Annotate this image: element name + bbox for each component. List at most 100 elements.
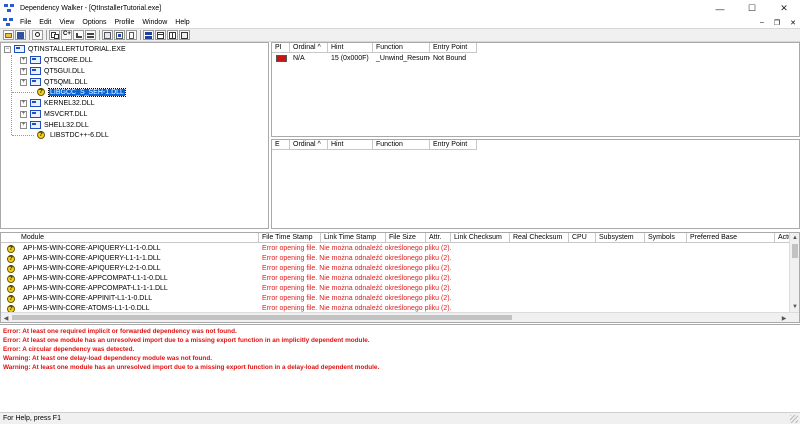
vertical-scrollbar[interactable]: ▲ ▼ (789, 233, 799, 312)
column-header-real-checksum[interactable]: Real Checksum (510, 233, 569, 243)
toolbar: C+ (0, 28, 800, 42)
column-header-entry-point[interactable]: Entry Point (430, 140, 477, 150)
horizontal-scrollbar[interactable]: ◀ ▶ (1, 312, 799, 322)
exports-list[interactable]: E Ordinal ^ Hint Function Entry Point (271, 139, 800, 229)
window-title: Dependency Walker - [QtInstallerTutorial… (20, 5, 162, 12)
expand-toggle[interactable]: + (20, 78, 27, 86)
scroll-right-arrow-icon[interactable]: ▶ (779, 313, 789, 322)
document-icon[interactable] (3, 18, 13, 27)
collapse-icon[interactable] (143, 30, 154, 40)
expand-toggle[interactable]: + (20, 121, 27, 129)
column-header-cpu[interactable]: CPU (569, 233, 596, 243)
hint-cell: 15 (0x000F) (331, 55, 369, 62)
column-header-file-size[interactable]: File Size (386, 233, 426, 243)
menu-edit[interactable]: Edit (35, 19, 55, 26)
mdi-restore-button[interactable]: ❐ (774, 19, 780, 27)
column-header-ordinal[interactable]: Ordinal ^ (290, 140, 328, 150)
tree-item-kernel32[interactable]: + KERNEL32.DLL (20, 98, 96, 108)
properties-icon[interactable] (155, 30, 166, 40)
tree-item-qt5gui[interactable]: + QT5GUI.DLL (20, 66, 86, 76)
column-header-function[interactable]: Function (373, 43, 430, 53)
maximize-button[interactable]: ☐ (736, 0, 768, 17)
close-button[interactable]: ✕ (768, 0, 800, 17)
scroll-left-arrow-icon[interactable]: ◀ (1, 313, 11, 322)
menu-options[interactable]: Options (78, 19, 110, 26)
menu-view[interactable]: View (55, 19, 78, 26)
module-icon (30, 56, 41, 64)
column-header-preferred-base[interactable]: Preferred Base (687, 233, 775, 243)
c-plus-icon[interactable]: C+ (61, 30, 72, 40)
module-list[interactable]: Module File Time Stamp Link Time Stamp F… (0, 232, 800, 323)
module-icon (30, 67, 41, 75)
menu-help[interactable]: Help (171, 19, 193, 26)
open-icon[interactable] (3, 30, 14, 40)
toolbar-separator (46, 30, 47, 40)
scroll-up-arrow-icon[interactable]: ▲ (790, 233, 799, 243)
tree-item-label: KERNEL32.DLL (44, 99, 95, 107)
configure-icon[interactable] (126, 30, 137, 40)
highlight-icon[interactable] (114, 30, 125, 40)
column-header-function[interactable]: Function (373, 140, 430, 150)
column-header-link-checksum[interactable]: Link Checksum (451, 233, 510, 243)
column-header-ordinal[interactable]: Ordinal ^ (290, 43, 328, 53)
module-list-icon[interactable] (179, 30, 190, 40)
menu-bar: File Edit View Options Profile Window He… (0, 17, 800, 28)
find-icon[interactable] (32, 30, 43, 40)
full-paths-icon[interactable] (85, 30, 96, 40)
column-header-entry-point[interactable]: Entry Point (430, 43, 477, 53)
save-icon[interactable] (15, 30, 26, 40)
mdi-close-button[interactable]: ✕ (790, 19, 796, 27)
module-name-cell: API-MS-WIN-CORE-APPINIT-L1-1-0.DLL (23, 295, 153, 302)
error-cell: Error opening file. Nie można odnaleźć o… (262, 285, 452, 292)
tree-item-libstdcpp[interactable]: ? LIBSTDC++-6.DLL (37, 130, 110, 140)
column-header-file-time-stamp[interactable]: File Time Stamp (259, 233, 321, 243)
column-header-hint[interactable]: Hint (328, 140, 373, 150)
column-header-module[interactable]: Module (1, 233, 259, 243)
warning-icon: ? (7, 275, 15, 283)
scroll-down-arrow-icon[interactable]: ▼ (790, 302, 799, 312)
column-header-link-time-stamp[interactable]: Link Time Stamp (321, 233, 386, 243)
tree-item-libgcc[interactable]: ? LIBGCC_S_SEH-1.DLL (37, 87, 126, 97)
menu-profile[interactable]: Profile (111, 19, 139, 26)
mdi-minimize-button[interactable]: – (760, 19, 764, 26)
log-error-line: Error: At least one module has an unreso… (3, 337, 370, 344)
error-cell: Error opening file. Nie można odnaleźć o… (262, 245, 452, 252)
undecorate-icon[interactable] (73, 30, 84, 40)
warning-icon: ? (37, 88, 45, 96)
system-info-icon[interactable] (167, 30, 178, 40)
module-dependency-tree[interactable]: − QTINSTALLERTUTORIAL.EXE + QT5CORE.DLL … (0, 42, 269, 229)
log-window[interactable]: Error: At least one required implicit or… (0, 324, 800, 412)
tree-item-qt5core[interactable]: + QT5CORE.DLL (20, 55, 94, 65)
tree-item-label: MSVCRT.DLL (44, 110, 88, 118)
expand-icon[interactable] (102, 30, 113, 40)
copy-icon[interactable] (49, 30, 60, 40)
menu-window[interactable]: Window (138, 19, 171, 26)
column-header-e[interactable]: E (272, 140, 290, 150)
tree-item-msvcrt[interactable]: + MSVCRT.DLL (20, 109, 88, 119)
scroll-thumb[interactable] (792, 244, 798, 258)
module-icon (30, 78, 41, 86)
expand-toggle[interactable]: + (20, 99, 27, 107)
resize-grip-icon[interactable] (790, 415, 798, 423)
tree-item-qt5qml[interactable]: + QT5QML.DLL (20, 77, 89, 87)
column-header-attr[interactable]: Attr. (426, 233, 451, 243)
scroll-thumb[interactable] (12, 315, 512, 320)
tree-root[interactable]: − QTINSTALLERTUTORIAL.EXE (4, 44, 127, 54)
warning-icon: ? (7, 285, 15, 293)
parent-imports-list[interactable]: PI Ordinal ^ Hint Function Entry Point N… (271, 42, 800, 137)
warning-icon: ? (7, 245, 15, 253)
log-error-line: Error: At least one required implicit or… (3, 328, 237, 335)
tree-item-shell32[interactable]: + SHELL32.DLL (20, 120, 90, 130)
minimize-button[interactable]: — (704, 0, 736, 17)
column-header-subsystem[interactable]: Subsystem (596, 233, 645, 243)
collapse-toggle[interactable]: − (4, 45, 11, 53)
column-header-pi[interactable]: PI (272, 43, 290, 53)
module-name-cell: API-MS-WIN-CORE-APIQUERY-L2-1-0.DLL (23, 265, 161, 272)
column-header-symbols[interactable]: Symbols (645, 233, 687, 243)
expand-toggle[interactable]: + (20, 56, 27, 64)
warning-icon: ? (37, 131, 45, 139)
expand-toggle[interactable]: + (20, 67, 27, 75)
column-header-hint[interactable]: Hint (328, 43, 373, 53)
menu-file[interactable]: File (16, 19, 35, 26)
expand-toggle[interactable]: + (20, 110, 27, 118)
